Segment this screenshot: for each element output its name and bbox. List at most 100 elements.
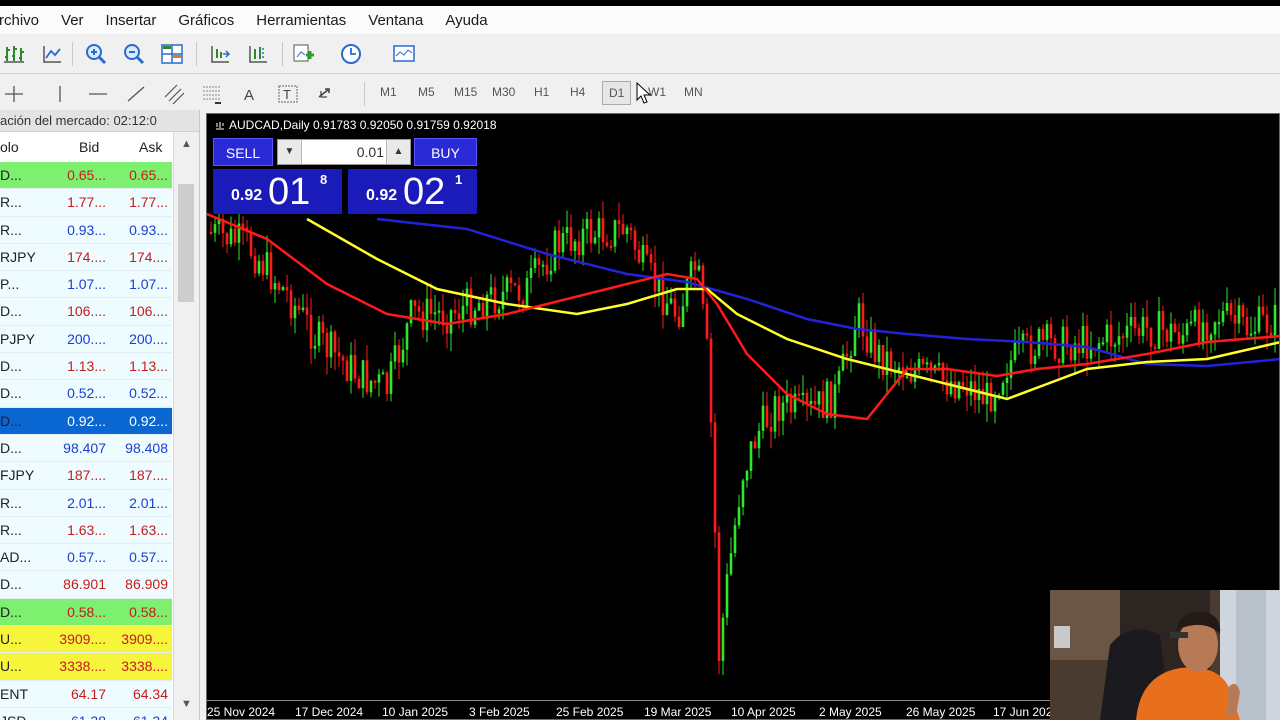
- autoscroll-icon[interactable]: [208, 43, 232, 65]
- candle-body: [797, 393, 801, 396]
- menu-insertar[interactable]: Insertar: [95, 12, 168, 29]
- candle-body: [241, 223, 245, 228]
- candle-body: [597, 218, 601, 238]
- chart-shift-icon[interactable]: [246, 43, 270, 65]
- lot-size-input[interactable]: [304, 142, 384, 162]
- row-bid: 3338....: [59, 658, 106, 675]
- market-watch-row[interactable]: P... 1.07... 1.07...: [0, 271, 172, 299]
- arrows-icon[interactable]: [316, 83, 340, 105]
- candle-body: [365, 360, 369, 393]
- tf-m1[interactable]: M1: [378, 83, 399, 101]
- candle-body: [941, 363, 945, 381]
- candle-body: [1113, 344, 1117, 347]
- bar-chart-icon[interactable]: [2, 43, 26, 65]
- horizontal-line-icon[interactable]: [86, 83, 110, 105]
- market-watch-row[interactable]: AD... 0.57... 0.57...: [0, 544, 172, 572]
- candle-body: [1141, 316, 1145, 336]
- fibonacci-icon[interactable]: [200, 83, 224, 105]
- candle-body: [565, 227, 569, 234]
- tf-m15[interactable]: M15: [452, 83, 479, 101]
- market-watch-row[interactable]: D... 86.901 86.909: [0, 571, 172, 599]
- col-ask[interactable]: Ask: [139, 139, 162, 155]
- menu-ver[interactable]: Ver: [50, 12, 95, 29]
- candle-body: [1177, 332, 1181, 344]
- trendline-icon[interactable]: [124, 83, 148, 105]
- market-watch-title: ación del mercado: 02:12:0: [0, 110, 199, 132]
- row-ask: 3909....: [121, 631, 168, 648]
- tf-d1[interactable]: D1: [602, 81, 632, 105]
- vertical-line-icon[interactable]: [48, 83, 72, 105]
- candle-body: [377, 374, 381, 383]
- menu-ayuda[interactable]: Ayuda: [434, 12, 498, 29]
- scroll-thumb[interactable]: [178, 184, 194, 302]
- market-watch-row[interactable]: R... 0.93... 0.93...: [0, 216, 172, 244]
- market-watch-row[interactable]: D... 98.407 98.408: [0, 434, 172, 463]
- text-tool-icon[interactable]: A: [238, 83, 262, 105]
- candle-body: [617, 220, 621, 224]
- equidistant-channel-icon[interactable]: [162, 83, 186, 105]
- market-watch-row[interactable]: ENT 64.17 64.34: [0, 680, 172, 708]
- candle-body: [713, 422, 717, 533]
- tf-h4[interactable]: H4: [568, 83, 587, 101]
- market-watch-scrollbar[interactable]: ▲ ▼: [173, 132, 199, 720]
- menu-graficos[interactable]: Gráficos: [167, 12, 245, 29]
- candle-body: [749, 441, 753, 471]
- sell-button[interactable]: SELL: [213, 138, 273, 166]
- menu-herramientas[interactable]: Herramientas: [245, 12, 357, 29]
- candle-body: [833, 384, 837, 418]
- candle-body: [1249, 333, 1253, 336]
- tile-windows-icon[interactable]: [160, 43, 184, 65]
- market-watch-row[interactable]: D... 0.52... 0.52...: [0, 380, 172, 408]
- indicators-icon[interactable]: [292, 43, 316, 65]
- candle-body: [1197, 309, 1201, 345]
- candle-body: [733, 525, 737, 554]
- market-watch-row[interactable]: D... 0.92... 0.92...: [0, 407, 172, 435]
- market-watch-row[interactable]: R... 1.63... 1.63...: [0, 516, 172, 545]
- sell-price[interactable]: 0.92 01 8: [213, 169, 342, 214]
- menu-ventana[interactable]: Ventana: [357, 12, 434, 29]
- market-watch-panel: ación del mercado: 02:12:0 olo Bid Ask D…: [0, 110, 200, 720]
- lot-decrease-icon[interactable]: ▼: [278, 140, 302, 164]
- tf-m30[interactable]: M30: [490, 83, 517, 101]
- candle-body: [465, 288, 469, 306]
- buy-button[interactable]: BUY: [414, 138, 477, 166]
- market-watch-row[interactable]: U... 3909.... 3909....: [0, 626, 172, 654]
- line-chart-icon[interactable]: [40, 43, 64, 65]
- candle-body: [761, 405, 765, 431]
- tf-mn[interactable]: MN: [682, 83, 705, 101]
- tf-m5[interactable]: M5: [416, 83, 437, 101]
- market-watch-row[interactable]: D... 106.... 106....: [0, 298, 172, 326]
- market-watch-row[interactable]: RJPY 174.... 174....: [0, 243, 172, 272]
- row-ask: 0.93...: [129, 221, 168, 238]
- candle-body: [993, 396, 997, 412]
- market-watch-row[interactable]: U... 3338.... 3338....: [0, 653, 172, 681]
- candle-body: [373, 380, 377, 383]
- zoom-out-icon[interactable]: [122, 43, 146, 65]
- tf-h1[interactable]: H1: [532, 83, 551, 101]
- candle-body: [1257, 306, 1261, 332]
- periods-clock-icon[interactable]: [340, 43, 364, 65]
- market-watch-row[interactable]: D... 0.65... 0.65...: [0, 162, 172, 190]
- row-ask: 61.34: [108, 708, 168, 720]
- col-symbol[interactable]: olo: [0, 139, 19, 155]
- candle-body: [1125, 325, 1129, 338]
- text-label-icon[interactable]: T: [276, 83, 300, 105]
- market-watch-row[interactable]: D... 1.13... 1.13...: [0, 353, 172, 381]
- buy-price[interactable]: 0.92 02 1: [348, 169, 477, 214]
- scroll-down-icon[interactable]: ▼: [181, 698, 192, 710]
- candle-body: [449, 310, 453, 334]
- templates-icon[interactable]: [392, 43, 416, 65]
- market-watch-row[interactable]: R... 1.77... 1.77...: [0, 189, 172, 217]
- lot-increase-icon[interactable]: ▲: [386, 140, 410, 164]
- zoom-in-icon[interactable]: [84, 43, 108, 65]
- menu-archivo[interactable]: rchivo: [0, 12, 50, 29]
- market-watch-row[interactable]: PJPY 200.... 200....: [0, 325, 172, 354]
- market-watch-row[interactable]: D... 0.58... 0.58...: [0, 598, 172, 627]
- candle-body: [1121, 336, 1125, 339]
- market-watch-row[interactable]: R... 2.01... 2.01...: [0, 489, 172, 517]
- scroll-up-icon[interactable]: ▲: [181, 138, 192, 150]
- market-watch-row[interactable]: JSD61.3861.34: [0, 707, 172, 720]
- col-bid[interactable]: Bid: [79, 139, 99, 155]
- market-watch-row[interactable]: FJPY 187.... 187....: [0, 462, 172, 490]
- crosshair-icon[interactable]: [2, 83, 26, 105]
